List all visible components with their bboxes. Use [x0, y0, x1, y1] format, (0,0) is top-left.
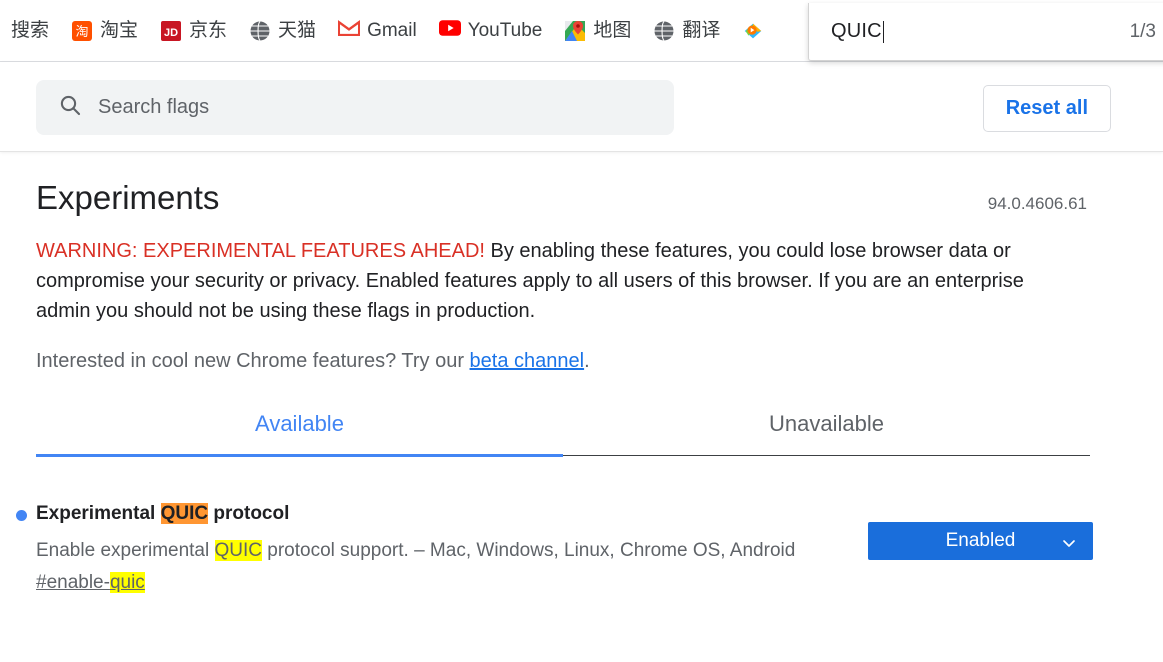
flag-desc-before: Enable experimental	[36, 539, 215, 561]
main-content: Experiments 94.0.4606.61 WARNING: EXPERI…	[0, 153, 1163, 594]
bookmark-item-tencent-video[interactable]	[734, 16, 779, 46]
bookmark-label: 翻译	[682, 20, 721, 41]
find-match: quic	[109, 572, 145, 594]
browser-window: 搜索 淘 淘宝 JD 京东 天猫 Gmail YouTube 地图 翻译 QUI…	[0, 0, 1163, 662]
flag-state-control: Enabled	[868, 522, 1093, 560]
bookmark-item-translate[interactable]: 翻译	[645, 16, 728, 46]
bookmark-label: 天猫	[278, 20, 317, 41]
bookmark-label: Gmail	[367, 20, 417, 41]
flag-title-after: protocol	[208, 503, 290, 524]
search-placeholder: Search flags	[98, 96, 210, 118]
bookmark-label: 地图	[593, 20, 632, 41]
bookmark-item-taobao[interactable]: 淘 淘宝	[63, 16, 146, 46]
google-maps-icon	[564, 20, 586, 42]
warning-text: WARNING: EXPERIMENTAL FEATURES AHEAD! By…	[36, 236, 1083, 326]
search-input[interactable]: Search flags	[36, 80, 674, 135]
active-tab-indicator	[36, 454, 563, 457]
reset-all-button[interactable]: Reset all	[982, 85, 1111, 132]
bookmark-item-youtube[interactable]: YouTube	[431, 16, 551, 46]
find-input[interactable]: QUIC	[831, 20, 1130, 43]
flag-state-select[interactable]: Enabled	[868, 522, 1093, 560]
search-icon	[58, 93, 82, 122]
bookmark-label: 搜索	[11, 20, 50, 41]
taobao-icon: 淘	[71, 20, 93, 42]
beta-prefix: Interested in cool new Chrome features? …	[36, 350, 470, 372]
text-cursor	[882, 20, 884, 43]
find-query-text: QUIC	[831, 20, 882, 42]
svg-text:淘: 淘	[76, 25, 89, 40]
bookmark-label: 淘宝	[100, 20, 139, 41]
chevron-down-icon	[1062, 534, 1076, 548]
gmail-icon	[337, 19, 361, 42]
bookmark-label: 京东	[189, 20, 228, 41]
youtube-icon	[438, 19, 461, 42]
find-match-count: 1/3	[1129, 20, 1156, 42]
find-in-page-bar: QUIC 1/3	[808, 3, 1163, 61]
svg-text:JD: JD	[164, 27, 178, 39]
find-match-active: QUIC	[160, 503, 209, 524]
warning-heading: WARNING: EXPERIMENTAL FEATURES AHEAD!	[36, 240, 485, 262]
bookmark-label: YouTube	[467, 20, 543, 41]
bookmark-item-maps[interactable]: 地图	[556, 16, 639, 46]
bookmark-item-baidu[interactable]: 搜索	[0, 16, 57, 46]
tmall-globe-icon	[249, 20, 271, 42]
tab-bar: Available Unavailable	[36, 411, 1090, 457]
beta-suffix: .	[584, 350, 590, 372]
flag-state-value: Enabled	[945, 530, 1016, 551]
page-title: Experiments	[36, 179, 220, 216]
bookmark-item-gmail[interactable]: Gmail	[330, 16, 425, 46]
baidu-search-icon	[0, 20, 4, 42]
flag-title-before: Experimental	[36, 503, 161, 524]
flag-desc-after: protocol support. – Mac, Windows, Linux,…	[262, 539, 796, 561]
translate-globe-icon	[653, 20, 675, 42]
header-row: Experiments 94.0.4606.61	[36, 179, 1127, 217]
tencent-video-icon	[742, 20, 764, 42]
tab-available[interactable]: Available	[36, 411, 563, 455]
version-label: 94.0.4606.61	[987, 194, 1087, 213]
flag-permalink[interactable]: #enable-quic	[36, 572, 145, 594]
bookmark-item-tmall[interactable]: 天猫	[241, 16, 324, 46]
jd-icon: JD	[160, 20, 182, 42]
tab-unavailable[interactable]: Unavailable	[563, 411, 1090, 455]
find-match: QUIC	[214, 539, 262, 561]
flag-anchor-before: #enable-	[36, 572, 110, 594]
modified-flag-dot-icon	[16, 510, 27, 521]
flag-entry: Experimental QUIC protocol Enable experi…	[16, 502, 1127, 594]
beta-channel-text: Interested in cool new Chrome features? …	[36, 350, 1127, 373]
bookmark-item-jd[interactable]: JD 京东	[152, 16, 235, 46]
beta-channel-link[interactable]: beta channel	[470, 350, 585, 372]
